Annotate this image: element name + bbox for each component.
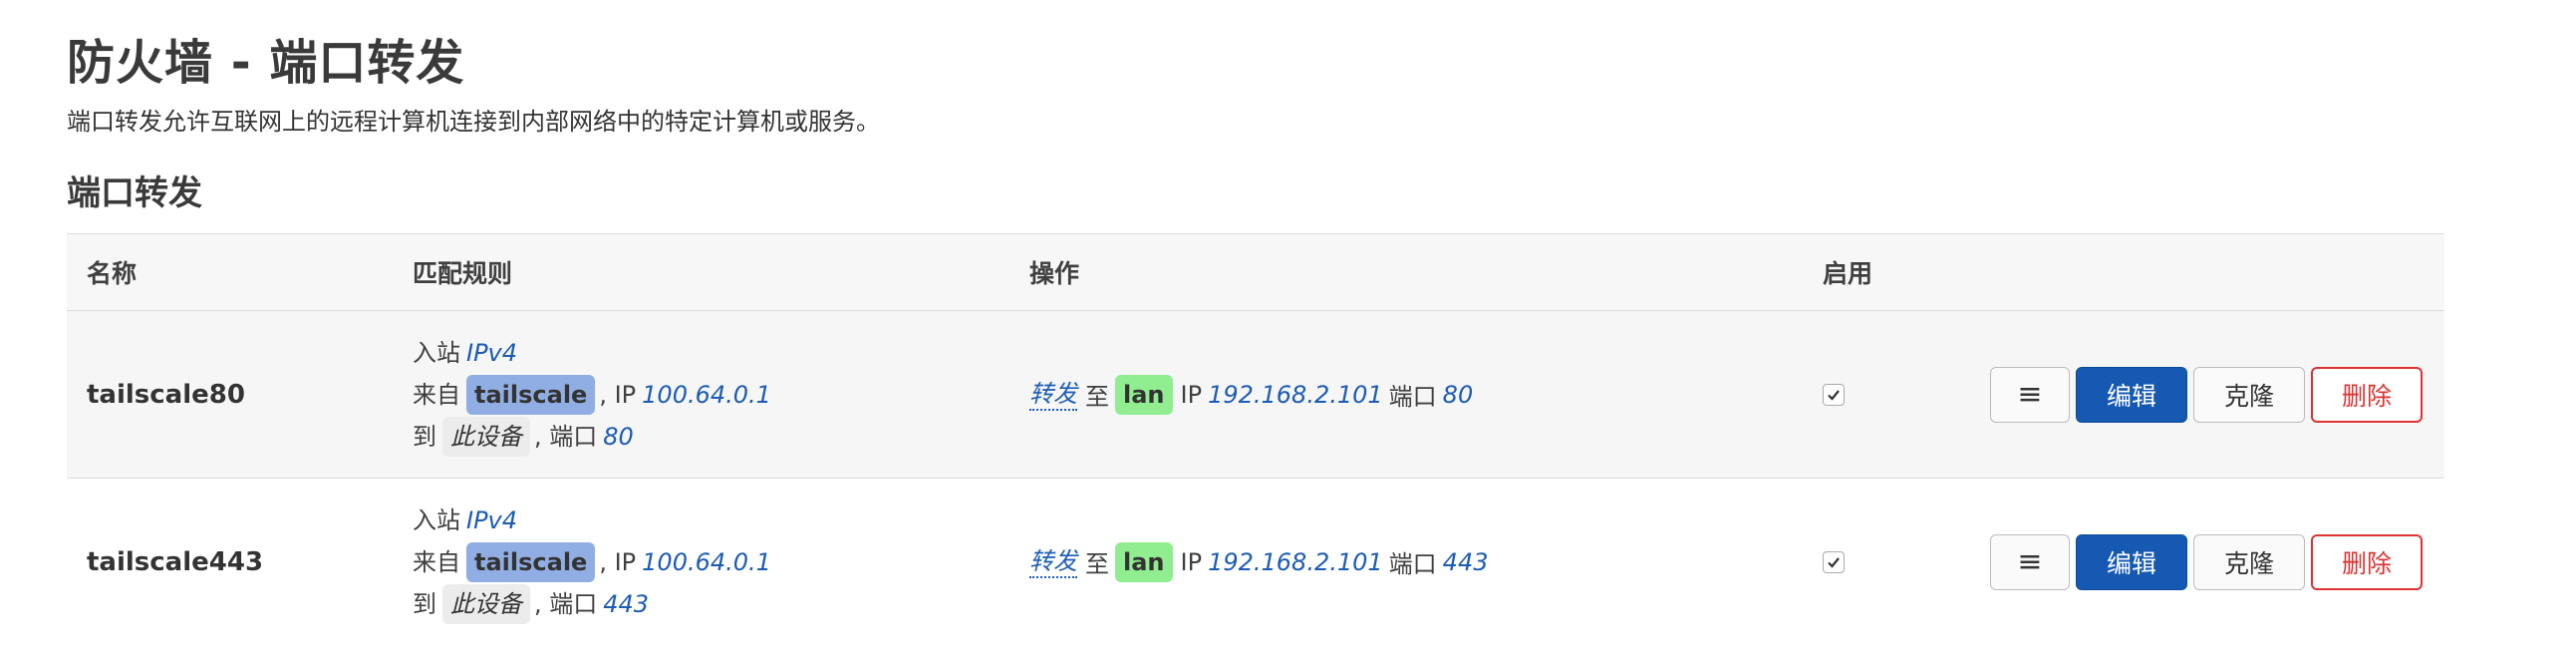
clone-button[interactable]: 克隆 <box>2193 533 2305 590</box>
target-ip-label: IP <box>1180 547 1203 576</box>
action-description: 转发 至 lan IP 192.168.2.101 端口 80 <box>1029 374 1479 415</box>
target-ip-label: IP <box>1180 380 1203 409</box>
table-header-row: 名称 匹配规则 操作 启用 <box>67 234 2444 311</box>
edit-button[interactable]: 编辑 <box>2076 366 2187 423</box>
hamburger-icon: ≡ <box>2017 377 2043 412</box>
rule-name: tailscale443 <box>87 546 264 577</box>
target-port: 80 <box>1442 380 1474 409</box>
to-label: 到 <box>413 422 436 451</box>
header-name: 名称 <box>87 259 138 288</box>
src-ip-label: , IP <box>599 547 637 576</box>
page-description: 端口转发允许互联网上的远程计算机连接到内部网络中的特定计算机或服务。 <box>67 108 880 136</box>
match-rule: 入站 IPv4 来自 tailscale , IP 100.64.0.1 到 此… <box>413 499 771 625</box>
header-action: 操作 <box>1029 259 1080 288</box>
edit-button[interactable]: 编辑 <box>2076 533 2187 590</box>
table-row: tailscale443 入站 IPv4 来自 tailscale , IP 1… <box>67 479 2444 645</box>
dest-device-badge: 此设备 <box>442 583 530 624</box>
delete-button[interactable]: 删除 <box>2311 533 2423 590</box>
action-to-label: 至 <box>1085 383 1109 411</box>
action-description: 转发 至 lan IP 192.168.2.101 端口 443 <box>1029 541 1494 582</box>
row-actions: ≡ 编辑 克隆 删除 <box>1990 533 2423 590</box>
target-port-label: 端口 <box>1388 383 1437 411</box>
enable-checkbox[interactable] <box>1823 550 1845 573</box>
hamburger-icon: ≡ <box>2017 544 2043 579</box>
header-match: 匹配规则 <box>413 259 513 288</box>
action-verb-link[interactable]: 转发 <box>1029 379 1077 411</box>
delete-button[interactable]: 删除 <box>2311 366 2423 423</box>
section-title: 端口转发 <box>67 173 202 213</box>
target-zone-badge: lan <box>1115 541 1173 582</box>
menu-button[interactable]: ≡ <box>1990 366 2070 423</box>
target-port-label: 端口 <box>1388 550 1437 578</box>
check-icon <box>1828 556 1840 568</box>
from-label: 来自 <box>413 547 460 576</box>
table-row: tailscale80 入站 IPv4 来自 tailscale , IP 10… <box>67 311 2444 479</box>
action-verb-link[interactable]: 转发 <box>1029 546 1077 578</box>
family-value: IPv4 <box>466 505 518 534</box>
menu-button[interactable]: ≡ <box>1990 533 2070 590</box>
match-rule: 入站 IPv4 来自 tailscale , IP 100.64.0.1 到 此… <box>413 332 771 458</box>
dest-port: 80 <box>603 422 634 451</box>
row-actions: ≡ 编辑 克隆 删除 <box>1990 366 2423 423</box>
action-to-label: 至 <box>1085 550 1109 578</box>
firewall-port-forward-page: 防火墙 - 端口转发 端口转发允许互联网上的远程计算机连接到内部网络中的特定计算… <box>67 32 2444 645</box>
to-label: 到 <box>413 589 436 618</box>
source-zone-badge: tailscale <box>466 541 596 582</box>
dest-port-label: , 端口 <box>534 589 598 618</box>
dest-port-label: , 端口 <box>534 422 598 451</box>
source-ip: 100.64.0.1 <box>642 547 771 576</box>
inbound-label: 入站 <box>413 505 460 534</box>
target-ip: 192.168.2.101 <box>1208 547 1383 576</box>
target-ip: 192.168.2.101 <box>1208 380 1383 409</box>
source-zone-badge: tailscale <box>466 374 596 415</box>
clone-button[interactable]: 克隆 <box>2193 366 2305 423</box>
family-value: IPv4 <box>466 338 518 367</box>
page-title: 防火墙 - 端口转发 <box>67 35 465 91</box>
dest-device-badge: 此设备 <box>442 416 530 457</box>
src-ip-label: , IP <box>599 380 637 409</box>
header-enable: 启用 <box>1823 259 1873 288</box>
port-forward-table: 名称 匹配规则 操作 启用 tailscale80 入站 IPv4 来自 tai… <box>67 233 2444 645</box>
target-port: 443 <box>1442 547 1489 576</box>
rule-name: tailscale80 <box>87 379 245 410</box>
from-label: 来自 <box>413 380 460 409</box>
target-zone-badge: lan <box>1115 374 1173 415</box>
enable-checkbox[interactable] <box>1823 383 1845 406</box>
check-icon <box>1828 389 1840 401</box>
dest-port: 443 <box>603 589 650 618</box>
inbound-label: 入站 <box>413 338 460 367</box>
source-ip: 100.64.0.1 <box>642 380 771 409</box>
